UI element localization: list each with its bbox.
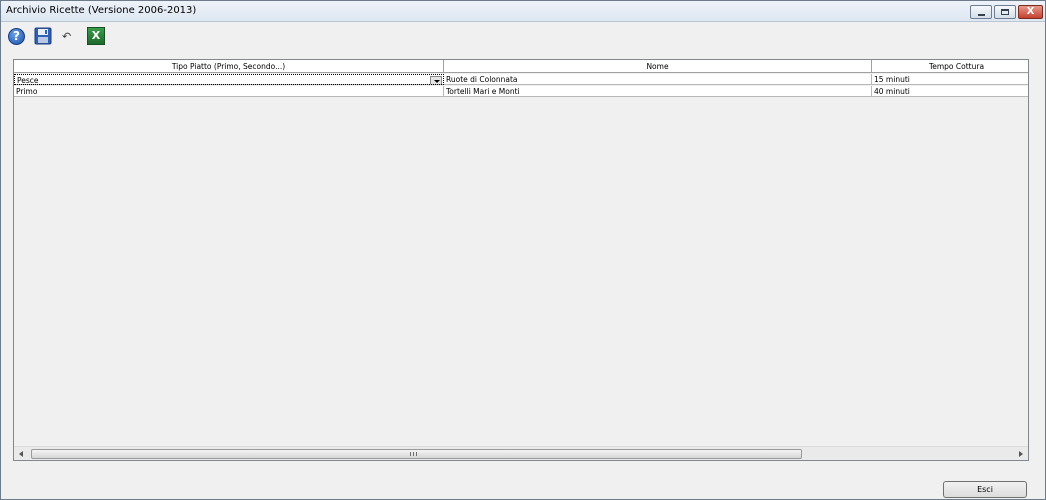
table-row[interactable]: Primo Tortelli Mari e Monti 40 minuti — [14, 86, 1028, 97]
save-button[interactable] — [32, 25, 54, 47]
cell-tipo-piatto[interactable]: Pesce — [14, 74, 444, 85]
toolbar: ? ↶ X — [6, 24, 110, 48]
app-window: Archivio Ricette (Versione 2006-2013) X … — [0, 0, 1046, 500]
minimize-button[interactable] — [970, 5, 992, 19]
close-button[interactable]: X — [1018, 5, 1043, 19]
cell-text: Pesce — [17, 76, 39, 85]
title-bar[interactable]: Archivio Ricette (Versione 2006-2013) X — [1, 1, 1045, 22]
table-row[interactable]: Pesce Ruote di Colonnata 15 minuti — [14, 74, 1028, 85]
cell-tipo-piatto[interactable]: Primo — [14, 86, 444, 97]
close-icon: X — [1026, 6, 1035, 17]
window-title: Archivio Ricette (Versione 2006-2013) — [6, 5, 197, 16]
scrollbar-thumb[interactable] — [31, 449, 802, 459]
undo-icon: ↶ — [62, 30, 72, 43]
cell-tempo-cottura[interactable]: 15 minuti — [872, 74, 1028, 85]
grid-viewport: Tipo Piatto (Primo, Secondo...) Nome Tem… — [14, 60, 1028, 446]
undo-button[interactable]: ↶ — [58, 25, 80, 47]
scroll-right-arrow-icon[interactable] — [1013, 448, 1027, 460]
floppy-disk-icon — [34, 27, 52, 45]
column-header-tipo-piatto[interactable]: Tipo Piatto (Primo, Secondo...) — [14, 60, 444, 73]
dropdown-arrow-icon[interactable] — [430, 76, 442, 84]
grid-header: Tipo Piatto (Primo, Secondo...) Nome Tem… — [14, 60, 1028, 73]
recipes-grid[interactable]: Tipo Piatto (Primo, Secondo...) Nome Tem… — [13, 59, 1029, 461]
scroll-grip-icon — [410, 452, 418, 456]
cell-nome[interactable]: Tortelli Mari e Monti — [444, 86, 872, 97]
maximize-icon — [995, 6, 1015, 18]
help-icon: ? — [8, 28, 25, 45]
horizontal-scrollbar[interactable] — [14, 446, 1028, 460]
window-controls: X — [968, 5, 1043, 19]
cell-nome[interactable]: Ruote di Colonnata — [444, 74, 872, 85]
maximize-button[interactable] — [994, 5, 1016, 19]
export-excel-button[interactable]: X — [84, 25, 106, 47]
cell-tempo-cottura[interactable]: 40 minuti — [872, 86, 1028, 97]
exit-button[interactable]: Esci — [943, 481, 1027, 498]
help-button[interactable]: ? — [6, 25, 28, 47]
excel-icon: X — [87, 27, 105, 45]
scroll-left-arrow-icon[interactable] — [15, 448, 29, 460]
column-header-tempo-cottura[interactable]: Tempo Cottura — [872, 60, 1028, 73]
minimize-icon — [971, 6, 991, 18]
column-header-nome[interactable]: Nome — [444, 60, 872, 73]
